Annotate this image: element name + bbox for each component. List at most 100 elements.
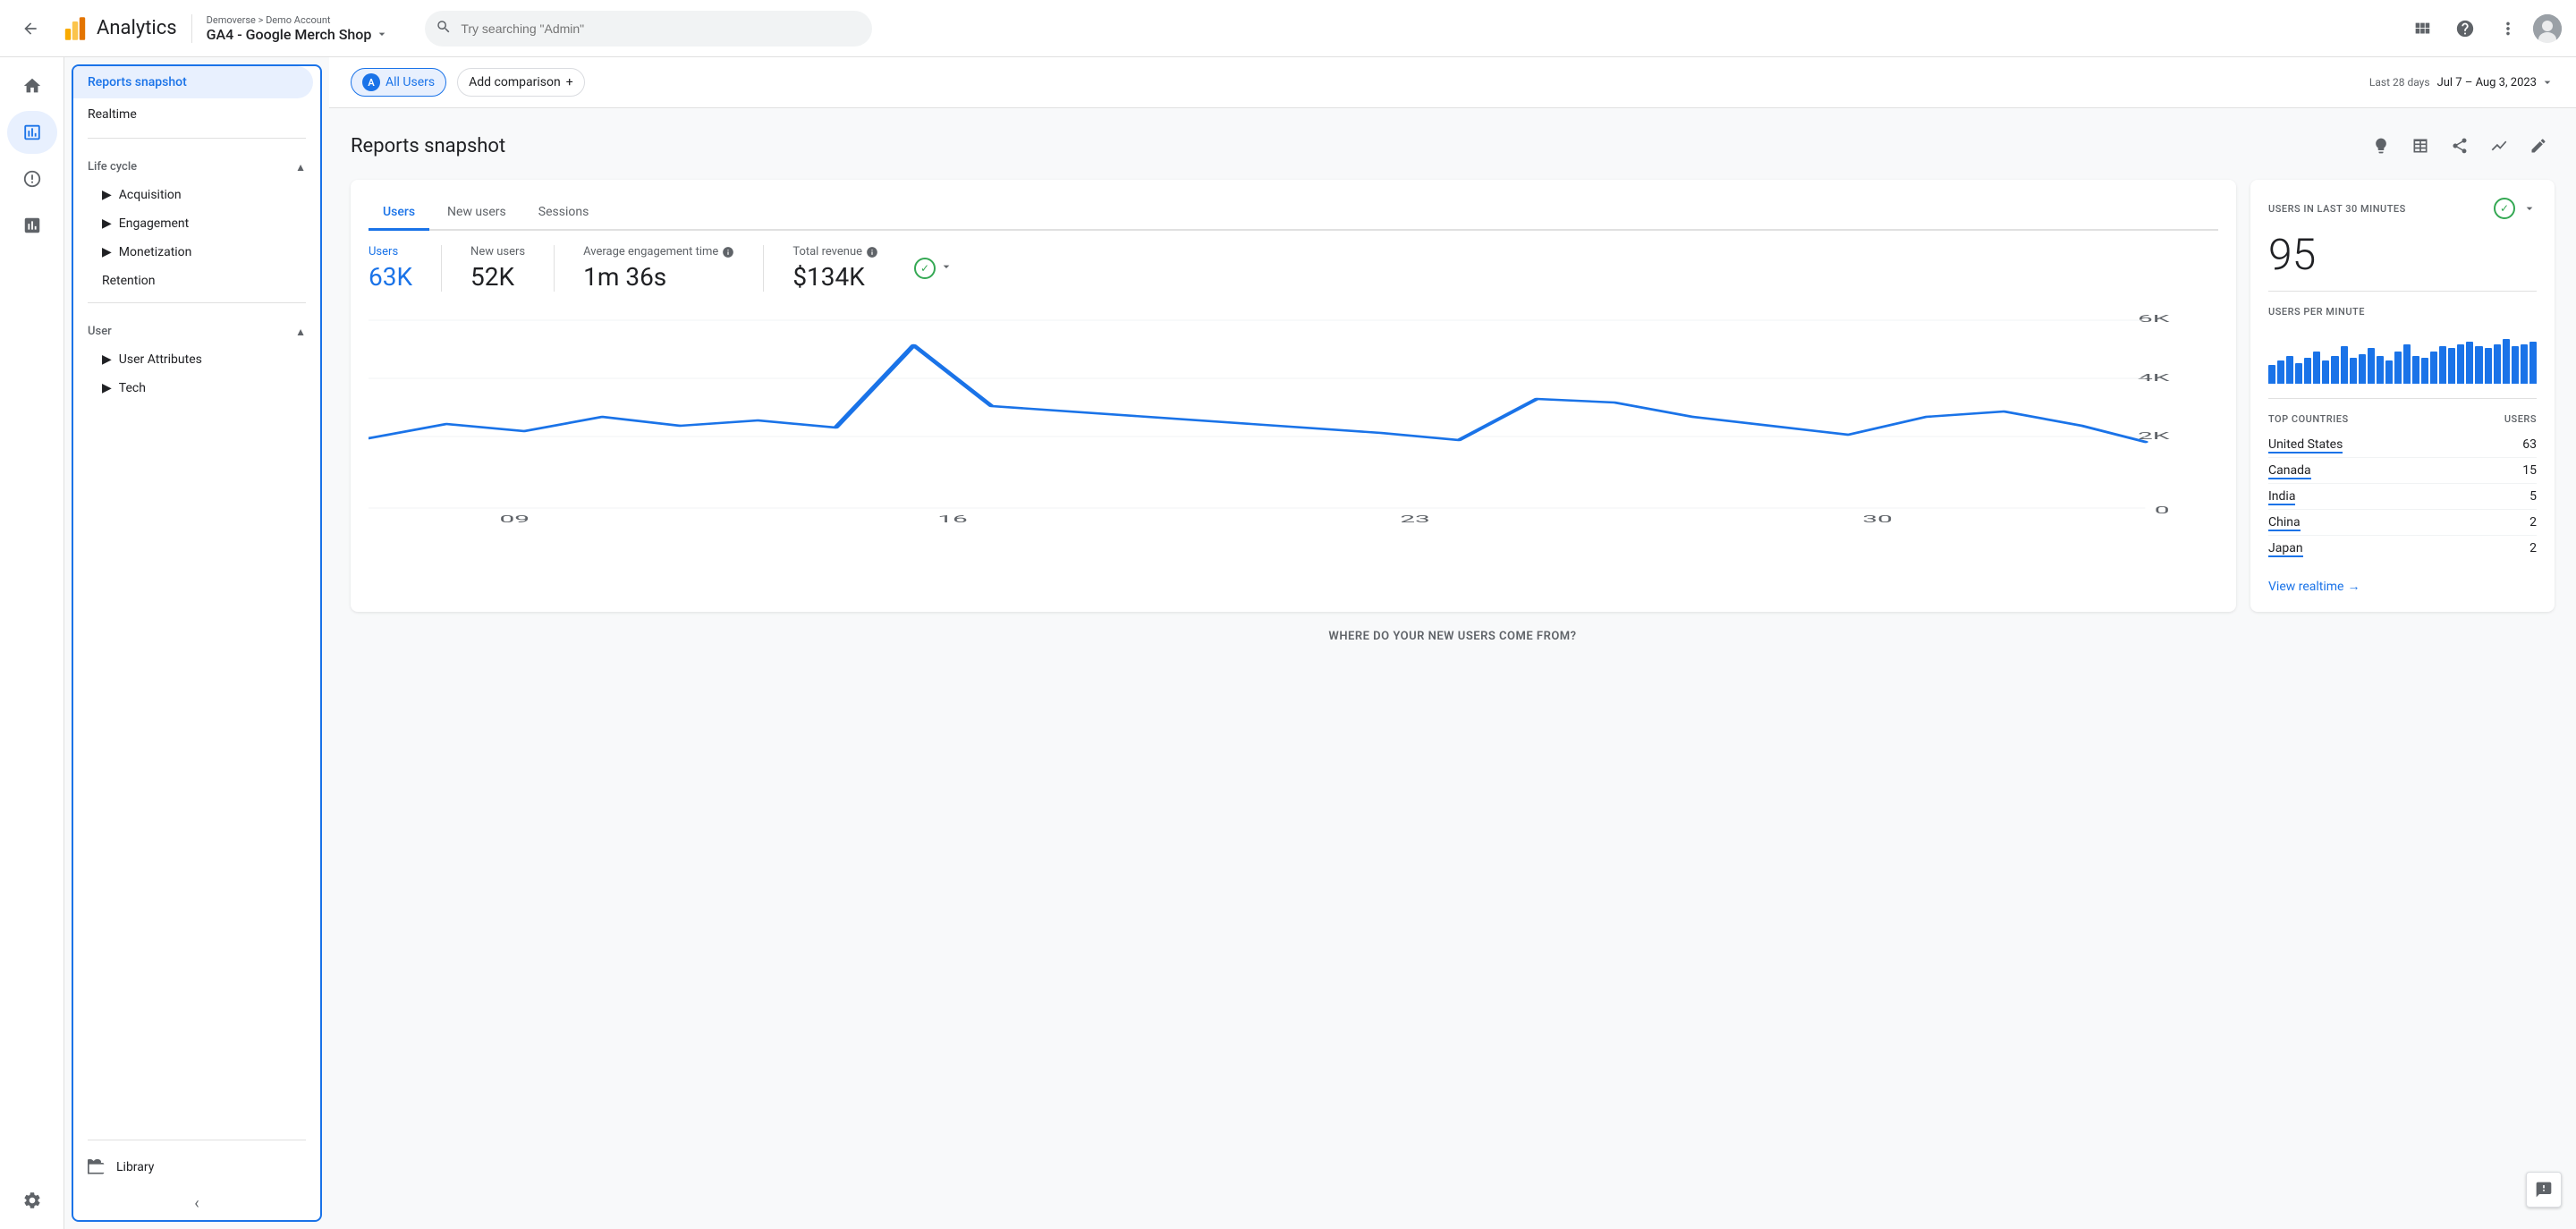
country-users: 63	[2522, 437, 2537, 452]
icon-sidebar	[0, 57, 64, 1229]
tab-sessions[interactable]: Sessions	[524, 198, 604, 231]
mini-bar	[2521, 344, 2528, 384]
tab-new-users[interactable]: New users	[433, 198, 521, 231]
chart-edit-button[interactable]	[2483, 130, 2515, 162]
grid-button[interactable]	[2404, 11, 2440, 47]
chevron-right-icon: ▶	[102, 352, 112, 367]
nav-item-library[interactable]: Library	[73, 1148, 320, 1187]
account-info: Demoverse > Demo Account GA4 - Google Me…	[207, 14, 390, 43]
plus-icon: +	[566, 75, 573, 89]
countries-list: United States 63 Canada 15 India 5 China…	[2268, 432, 2537, 561]
sidebar-item-admin[interactable]	[7, 1179, 57, 1222]
sidebar-item-reports[interactable]	[7, 111, 57, 154]
users-30min-value: 95	[2268, 233, 2537, 276]
mini-bar	[2394, 352, 2402, 384]
nav-item-user-attributes[interactable]: ▶ User Attributes	[73, 345, 320, 374]
add-comparison-chip[interactable]: Add comparison +	[457, 68, 585, 97]
metric-users-label: Users	[369, 245, 412, 259]
realtime-dropdown-icon[interactable]	[2522, 201, 2537, 216]
app-title: Analytics	[97, 17, 177, 39]
table-button[interactable]	[2404, 130, 2436, 162]
realtime-panel: USERS IN LAST 30 MINUTES ✓ 95 USERS PER …	[2250, 180, 2555, 612]
chevron-right-icon: ▶	[102, 381, 112, 395]
revenue-check[interactable]: ✓	[914, 258, 936, 279]
nav-item-tech[interactable]: ▶ Tech	[73, 374, 320, 403]
metric-users: Users 63K	[369, 245, 412, 292]
filter-bar: A All Users Add comparison + Last 28 day…	[329, 57, 2576, 108]
view-realtime-link[interactable]: View realtime →	[2268, 579, 2537, 594]
chevron-right-icon: ▶	[102, 188, 112, 202]
help-button[interactable]	[2447, 11, 2483, 47]
mini-bar	[2466, 342, 2473, 384]
metric-revenue-label: Total revenue	[792, 245, 878, 259]
country-row: China 2	[2268, 510, 2537, 536]
bottom-section: WHERE DO YOUR NEW USERS COME FROM?	[351, 630, 2555, 643]
mini-bar	[2268, 365, 2275, 384]
search-input[interactable]	[425, 11, 872, 47]
svg-text:09: 09	[499, 513, 530, 524]
metric-sep-2	[554, 245, 555, 292]
check-icon[interactable]: ✓	[2494, 198, 2515, 219]
mini-bar	[2341, 346, 2348, 384]
mini-bar	[2322, 360, 2329, 384]
chevron-right-icon: ▶	[102, 216, 112, 231]
country-name: India	[2268, 489, 2295, 504]
metric-users-value: 63K	[369, 262, 412, 292]
country-users: 5	[2529, 489, 2537, 504]
page-content: Reports snapshot	[329, 108, 2576, 679]
charts-grid: Users New users Sessions Users 63K New u…	[351, 180, 2555, 612]
all-users-chip[interactable]: A All Users	[351, 68, 446, 97]
country-name: China	[2268, 515, 2301, 530]
nav-section-lifecycle[interactable]: Life cycle ▲	[73, 146, 320, 181]
top-countries: TOP COUNTRIES USERS United States 63 Can…	[2268, 413, 2537, 561]
feedback-button[interactable]	[2526, 1172, 2562, 1208]
tab-users[interactable]: Users	[369, 198, 429, 231]
revenue-dropdown[interactable]	[939, 259, 953, 277]
account-name[interactable]: GA4 - Google Merch Shop	[207, 26, 390, 43]
bottom-section-title: WHERE DO YOUR NEW USERS COME FROM?	[351, 630, 2555, 643]
back-button[interactable]	[14, 13, 47, 45]
collapse-button[interactable]: ‹	[194, 1194, 199, 1213]
main-layout: Reports snapshot Realtime Life cycle ▲ ▶…	[0, 57, 2576, 1229]
sidebar-item-advertising[interactable]	[7, 204, 57, 247]
nav-sidebar: Reports snapshot Realtime Life cycle ▲ ▶…	[72, 64, 322, 1222]
avatar[interactable]	[2533, 14, 2562, 43]
sidebar-item-home[interactable]	[7, 64, 57, 107]
mini-bar	[2430, 352, 2437, 384]
top-countries-header: TOP COUNTRIES USERS	[2268, 413, 2537, 425]
library-icon	[88, 1158, 106, 1176]
users-30min-label: USERS IN LAST 30 MINUTES	[2268, 203, 2406, 215]
nav-item-reports-snapshot[interactable]: Reports snapshot	[73, 66, 313, 98]
mini-bar	[2403, 344, 2411, 384]
mini-bar	[2313, 352, 2320, 384]
date-range-selector[interactable]: Last 28 days Jul 7 – Aug 3, 2023	[2369, 75, 2555, 89]
nav-item-retention[interactable]: Retention	[73, 267, 320, 295]
content-area: A All Users Add comparison + Last 28 day…	[329, 57, 2576, 1229]
lightbulb-button[interactable]	[2365, 130, 2397, 162]
edit-button[interactable]	[2522, 130, 2555, 162]
metric-engagement-value: 1m 36s	[583, 262, 734, 292]
nav-section-user[interactable]: User ▲	[73, 310, 320, 345]
mini-bar	[2439, 346, 2446, 384]
country-row: India 5	[2268, 484, 2537, 510]
mini-bar	[2421, 358, 2428, 384]
mini-bar	[2277, 360, 2284, 384]
svg-text:23: 23	[1400, 513, 1430, 524]
lifecycle-chevron: ▲	[295, 161, 306, 174]
nav-footer: ‹	[73, 1187, 320, 1220]
metric-engagement-label: Average engagement time	[583, 245, 734, 259]
more-button[interactable]	[2490, 11, 2526, 47]
line-chart-area: 6K 4K 2K 0	[369, 309, 2218, 524]
page-header: Reports snapshot	[351, 130, 2555, 162]
svg-text:16: 16	[937, 513, 968, 524]
share-button[interactable]	[2444, 130, 2476, 162]
nav-item-monetization[interactable]: ▶ Monetization	[73, 238, 320, 267]
sidebar-item-explore[interactable]	[7, 157, 57, 200]
info-icon-2	[866, 246, 878, 259]
chart-tabs: Users New users Sessions	[369, 198, 2218, 231]
nav-item-engagement[interactable]: ▶ Engagement	[73, 209, 320, 238]
nav-item-acquisition[interactable]: ▶ Acquisition	[73, 181, 320, 209]
revenue-actions: ✓	[914, 245, 953, 292]
realtime-header: USERS IN LAST 30 MINUTES ✓	[2268, 198, 2537, 219]
nav-item-realtime[interactable]: Realtime	[73, 98, 313, 131]
